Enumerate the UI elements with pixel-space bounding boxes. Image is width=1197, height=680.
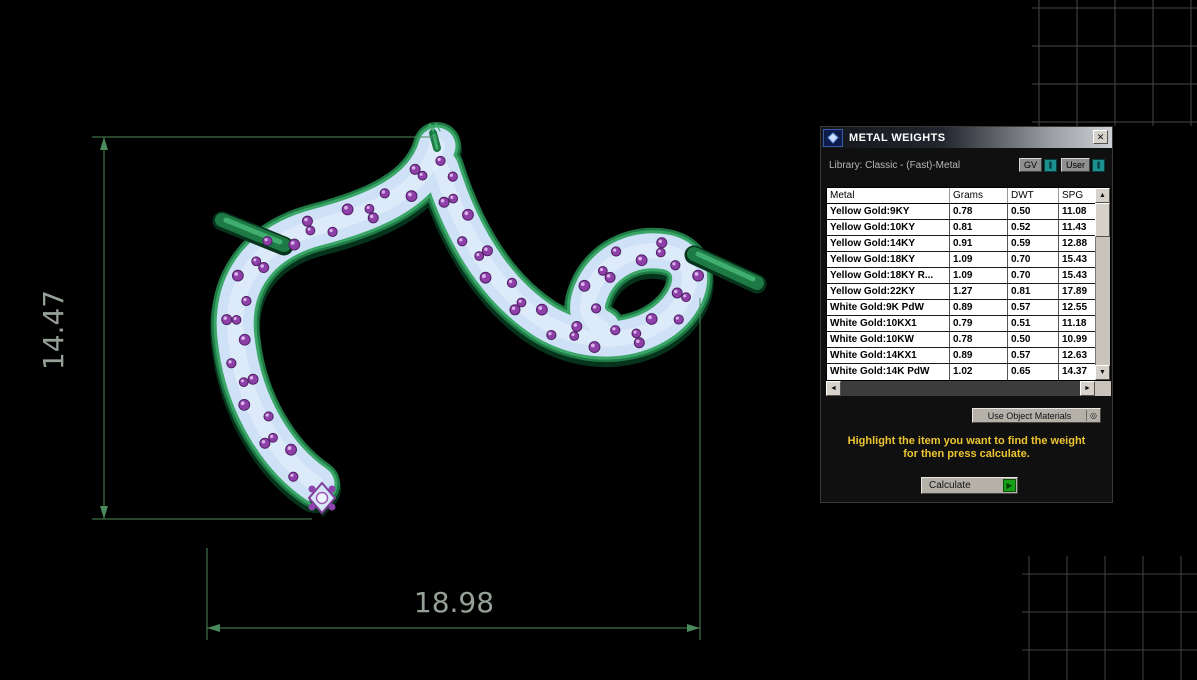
table-row[interactable]: White Gold:14KX1 0.89 0.57 12.63 — [827, 348, 1110, 364]
cell-grams: 0.79 — [950, 316, 1008, 331]
table-header-row: Metal Grams DWT SPG — [827, 188, 1110, 204]
app-logo-icon — [823, 128, 843, 147]
cell-dwt: 0.50 — [1008, 204, 1059, 219]
cell-dwt: 0.51 — [1008, 316, 1059, 331]
scroll-right-icon[interactable]: ► — [1080, 381, 1095, 396]
cell-dwt: 0.52 — [1008, 220, 1059, 235]
pendant-model — [210, 122, 767, 517]
metal-weights-table: Metal Grams DWT SPG Yellow Gold:9KY 0.78 0.50… — [826, 187, 1111, 381]
cell-dwt: 0.70 — [1008, 252, 1059, 267]
cell-metal: Yellow Gold:22KY — [827, 284, 950, 299]
gv-button[interactable]: GV — [1018, 158, 1042, 172]
cell-dwt: 0.70 — [1008, 268, 1059, 283]
cell-metal: White Gold:14K PdW — [827, 364, 950, 380]
cell-grams: 0.78 — [950, 204, 1008, 219]
viewport-grid-bottom-right — [1022, 556, 1197, 680]
cell-metal: Yellow Gold:18KY R... — [827, 268, 950, 283]
dropdown-target-icon[interactable]: ◎ — [1086, 410, 1100, 421]
calculate-label: Calculate — [929, 480, 971, 491]
table-row[interactable]: White Gold:9K PdW 0.89 0.57 12.55 — [827, 300, 1110, 316]
cell-grams: 0.91 — [950, 236, 1008, 251]
dialog-title-bar[interactable]: METAL WEIGHTS ✕ — [821, 127, 1112, 148]
cell-metal: White Gold:14KX1 — [827, 348, 950, 363]
calculate-button[interactable]: Calculate ▶ — [921, 477, 1018, 494]
cell-metal: Yellow Gold:18KY — [827, 252, 950, 267]
cell-metal: White Gold:10KW — [827, 332, 950, 347]
table-row[interactable]: Yellow Gold:22KY 1.27 0.81 17.89 — [827, 284, 1110, 300]
dialog-title: METAL WEIGHTS — [849, 131, 946, 144]
viewport-grid-top-right — [1032, 0, 1197, 126]
table-row[interactable]: Yellow Gold:18KY 1.09 0.70 15.43 — [827, 252, 1110, 268]
cell-metal: Yellow Gold:10KY — [827, 220, 950, 235]
cell-grams: 0.89 — [950, 348, 1008, 363]
cell-metal: Yellow Gold:9KY — [827, 204, 950, 219]
table-row[interactable]: Yellow Gold:9KY 0.78 0.50 11.08 — [827, 204, 1110, 220]
scroll-up-icon[interactable]: ▲ — [1095, 188, 1110, 203]
cell-grams: 1.09 — [950, 268, 1008, 283]
cell-grams: 1.27 — [950, 284, 1008, 299]
user-indicator-icon[interactable]: ❚ — [1092, 158, 1105, 172]
scroll-down-icon[interactable]: ▼ — [1095, 365, 1110, 380]
library-label: Library: Classic - (Fast)-Metal — [829, 159, 961, 171]
calculate-play-icon: ▶ — [1003, 479, 1016, 492]
cell-metal: White Gold:9K PdW — [827, 300, 950, 315]
cell-dwt: 0.65 — [1008, 364, 1059, 380]
cell-dwt: 0.81 — [1008, 284, 1059, 299]
header-cell-metal[interactable]: Metal — [827, 188, 950, 203]
header-cell-grams[interactable]: Grams — [950, 188, 1008, 203]
cell-dwt: 0.57 — [1008, 300, 1059, 315]
vertical-scroll-thumb[interactable] — [1095, 203, 1110, 237]
cell-dwt: 0.57 — [1008, 348, 1059, 363]
cell-grams: 0.81 — [950, 220, 1008, 235]
vertical-scrollbar[interactable]: ▲ ▼ — [1095, 188, 1110, 380]
instruction-line-1: Highlight the item you want to find the … — [847, 435, 1086, 447]
metal-table-body: Yellow Gold:9KY 0.78 0.50 11.08 Yellow Gold:… — [827, 204, 1110, 380]
horizontal-scrollbar[interactable]: ◄ ► — [826, 381, 1111, 396]
materials-dropdown-label: Use Object Materials — [987, 410, 1072, 421]
header-cell-dwt[interactable]: DWT — [1008, 188, 1059, 203]
materials-dropdown[interactable]: Use Object Materials ◎ — [972, 408, 1101, 423]
cell-grams: 0.78 — [950, 332, 1008, 347]
table-row[interactable]: Yellow Gold:10KY 0.81 0.52 11.43 — [827, 220, 1110, 236]
cell-dwt: 0.50 — [1008, 332, 1059, 347]
dimension-height-label: 14.47 — [37, 290, 70, 370]
table-row[interactable]: White Gold:10KX1 0.79 0.51 11.18 — [827, 316, 1110, 332]
horizontal-scroll-track[interactable] — [841, 381, 1080, 396]
table-row[interactable]: White Gold:14K PdW 1.02 0.65 14.37 — [827, 364, 1110, 380]
instruction-line-2: for then press calculate. — [903, 448, 1030, 460]
instruction-text: Highlight the item you want to find the … — [821, 435, 1112, 461]
cell-grams: 0.89 — [950, 300, 1008, 315]
scroll-left-icon[interactable]: ◄ — [826, 381, 841, 396]
close-icon[interactable]: ✕ — [1093, 130, 1108, 144]
gv-indicator-icon[interactable]: ❚ — [1043, 158, 1057, 172]
cell-dwt: 0.59 — [1008, 236, 1059, 251]
cell-grams: 1.09 — [950, 252, 1008, 267]
scrollbar-corner — [1095, 381, 1111, 396]
table-row[interactable]: White Gold:10KW 0.78 0.50 10.99 — [827, 332, 1110, 348]
dimension-width-label: 18.98 — [414, 586, 494, 619]
cell-grams: 1.02 — [950, 364, 1008, 380]
cell-metal: Yellow Gold:14KY — [827, 236, 950, 251]
table-row[interactable]: Yellow Gold:18KY R... 1.09 0.70 15.43 — [827, 268, 1110, 284]
table-row[interactable]: Yellow Gold:14KY 0.91 0.59 12.88 — [827, 236, 1110, 252]
metal-weights-dialog: METAL WEIGHTS ✕ Library: Classic - (Fast… — [820, 126, 1113, 503]
user-button[interactable]: User — [1060, 158, 1090, 172]
cell-metal: White Gold:10KX1 — [827, 316, 950, 331]
